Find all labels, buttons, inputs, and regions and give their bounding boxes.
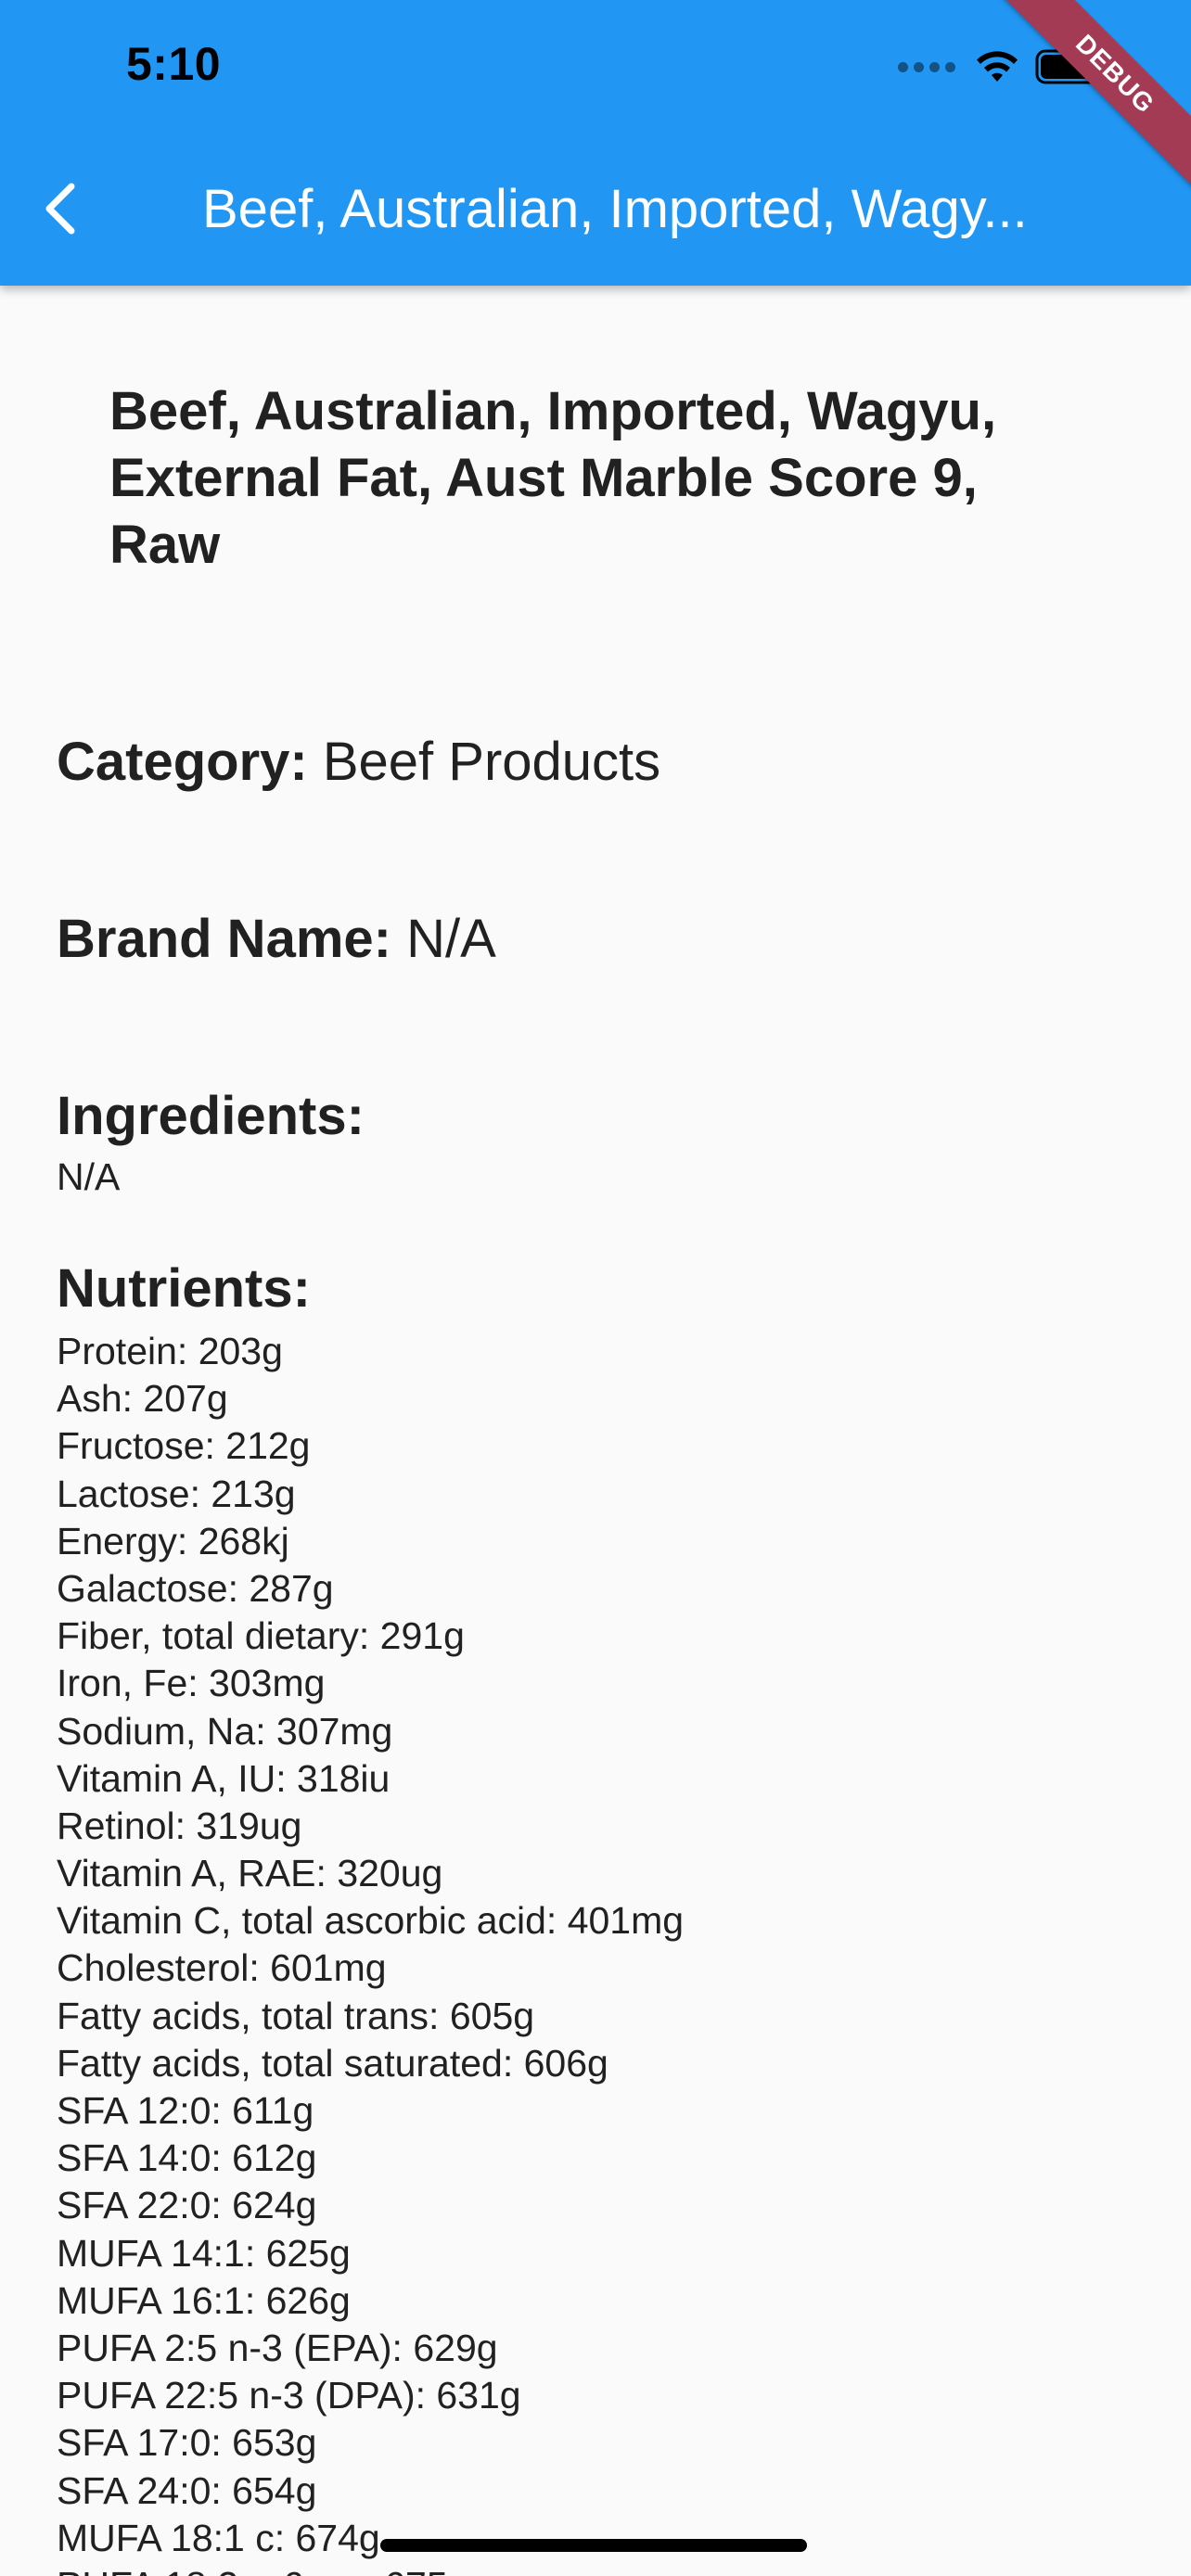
- nutrient-item: Cholesterol: 601mg: [57, 1946, 387, 1990]
- chevron-left-icon: [45, 183, 75, 235]
- nutrient-item: Fiber, total dietary: 291g: [57, 1614, 465, 1658]
- nutrient-item: Sodium, Na: 307mg: [57, 1709, 393, 1753]
- nutrient-item: PUFA 18:2 n-6 c,c: 675g: [57, 2562, 684, 2576]
- nutrient-item: SFA 22:0: 624g: [57, 2184, 317, 2227]
- nutrient-item: Vitamin A, RAE: 320ug: [57, 1852, 443, 1895]
- status-time: 5:10: [126, 38, 222, 90]
- nutrient-item: Fatty acids, total trans: 605g: [57, 1994, 535, 2037]
- food-title: Beef, Australian, Imported, Wagyu, Exter…: [109, 381, 997, 575]
- nutrient-item: MUFA 14:1: 625g: [57, 2231, 351, 2275]
- back-button[interactable]: [28, 167, 93, 250]
- nutrient-item: Protein: 203g: [57, 1330, 283, 1372]
- brand-value: N/A: [406, 909, 496, 969]
- nutrient-item: Fatty acids, total saturated: 606g: [57, 2041, 608, 2085]
- nutrient-item: Ash: 207g: [57, 1377, 228, 1421]
- nutrient-item: SFA 17:0: 653g: [57, 2421, 317, 2465]
- food-detail-screen: 5:10 Beef, Australian, Imported, Wagy...: [0, 0, 1191, 2576]
- nutrients-heading: Nutrients:: [57, 1258, 311, 1319]
- nutrient-item: Retinol: 319ug: [57, 1804, 302, 1847]
- brand-row: Brand Name: N/A: [57, 908, 496, 970]
- app-bar-title: Beef, Australian, Imported, Wagy...: [202, 179, 1028, 239]
- nutrient-item: MUFA 16:1: 626g: [57, 2278, 351, 2322]
- wifi-icon: [977, 51, 1018, 82]
- nutrient-item: Vitamin C, total ascorbic acid: 401mg: [57, 1899, 685, 1943]
- category-label: Category:: [57, 732, 308, 792]
- nutrient-item: Vitamin A, IU: 318iu: [57, 1756, 391, 1800]
- nutrient-item: PUFA 22:5 n-3 (DPA): 631g: [57, 2374, 521, 2417]
- ingredients-value: N/A: [57, 1155, 121, 1198]
- nutrient-item: Energy: 268kj: [57, 1519, 289, 1562]
- category-value: Beef Products: [322, 732, 661, 792]
- nutrient-item: SFA 14:0: 612g: [57, 2136, 317, 2180]
- nutrient-item: SFA 12:0: 611g: [57, 2089, 314, 2132]
- brand-label: Brand Name:: [57, 909, 391, 969]
- nutrient-item: PUFA 2:5 n-3 (EPA): 629g: [57, 2326, 498, 2369]
- nutrient-item: Fructose: 212g: [57, 1424, 311, 1468]
- ingredients-heading: Ingredients:: [57, 1086, 365, 1146]
- nutrients-list: Protein: 203g Ash: 207g Fructose: 212g Lact…: [57, 1328, 684, 2576]
- nutrient-item: SFA 24:0: 654g: [57, 2468, 317, 2512]
- home-indicator[interactable]: [380, 2539, 807, 2552]
- category-row: Category: Beef Products: [57, 731, 660, 793]
- nutrient-item: Iron, Fe: 303mg: [57, 1662, 326, 1705]
- app-bar: 5:10 Beef, Australian, Imported, Wagy...: [0, 0, 1191, 286]
- nutrient-item: Galactose: 287g: [57, 1566, 334, 1610]
- cellular-signal-icon: [898, 61, 955, 72]
- nutrient-item: Lactose: 213g: [57, 1472, 296, 1515]
